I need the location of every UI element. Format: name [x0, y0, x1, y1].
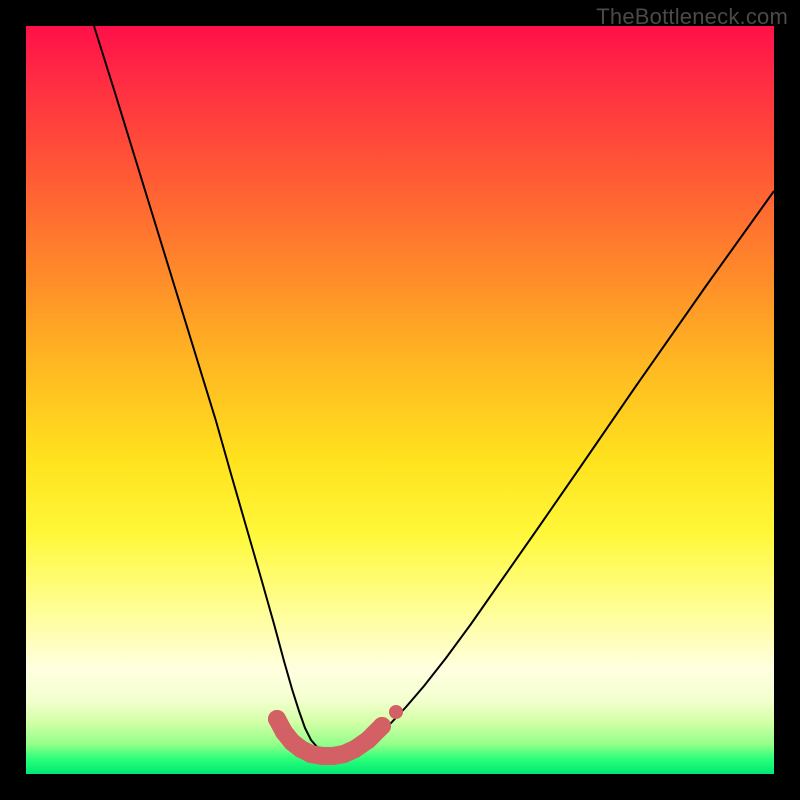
- highlight-lone-dot: [389, 705, 403, 719]
- highlight-markers: [268, 705, 403, 765]
- bottleneck-curve: [94, 26, 774, 755]
- highlight-dot: [359, 731, 377, 749]
- chart-svg: [26, 26, 774, 774]
- highlight-dot: [373, 717, 391, 735]
